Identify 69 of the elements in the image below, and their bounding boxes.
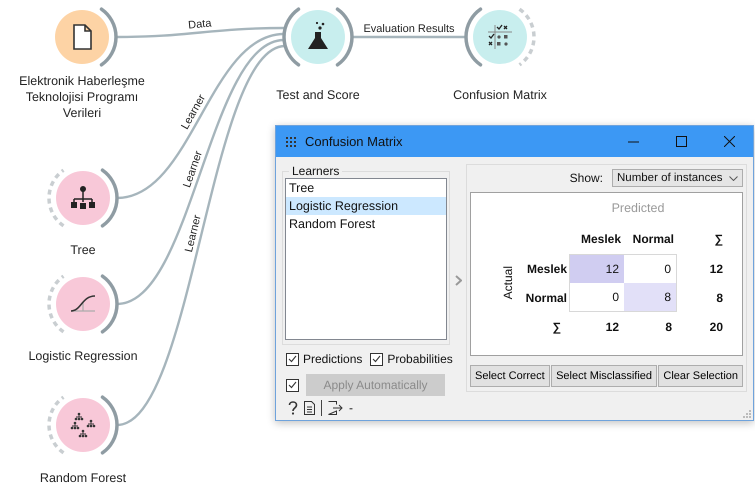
axis-title: Actual	[501, 266, 515, 300]
maximize-icon[interactable]	[676, 136, 686, 147]
table-cell[interactable]: 8	[624, 283, 677, 312]
show-label: Show:	[570, 171, 603, 185]
column-total: 20	[708, 320, 724, 334]
hierarchy-icon	[71, 186, 95, 209]
caret-icon	[729, 176, 738, 180]
input-port[interactable]	[282, 7, 300, 67]
checkbox-label: Predictions	[303, 352, 362, 366]
column-header: Normal	[632, 231, 675, 246]
table-cell[interactable]: 0	[569, 283, 624, 312]
action-button[interactable]: Clear Selection	[658, 365, 743, 387]
column-header: ∑	[713, 231, 724, 246]
show-dropdown[interactable]: Number of instances	[612, 169, 743, 187]
window-title: Confusion Matrix	[305, 134, 404, 149]
action-button[interactable]: Select Correct	[470, 365, 550, 387]
table-cell[interactable]: 0	[624, 254, 677, 283]
group-title: Learners	[291, 164, 340, 178]
flask-icon	[308, 22, 328, 49]
output-icon[interactable]	[328, 401, 343, 415]
close-icon[interactable]	[724, 136, 734, 147]
action-button[interactable]: Select Misclassified	[551, 365, 658, 387]
row-total: 8	[715, 290, 724, 304]
node-circle[interactable]	[56, 171, 110, 225]
row-total: 12	[708, 262, 724, 276]
link-label: Evaluation Results	[363, 23, 455, 35]
column-header: Meslek	[580, 231, 622, 246]
node-circle[interactable]	[291, 10, 345, 64]
list-item[interactable]: Logistic Regression	[286, 197, 446, 215]
node-label: Tree	[69, 242, 97, 258]
checkbox[interactable]	[286, 352, 299, 366]
row-header: Normal	[524, 290, 568, 304]
list-item[interactable]: Tree	[286, 179, 446, 197]
column-total: 12	[604, 320, 620, 334]
help-icon[interactable]	[288, 401, 298, 415]
checkbox[interactable]	[370, 352, 384, 366]
output-summary: -	[349, 401, 353, 415]
node-label: Elektronik Haberleşme Teknolojisi Programı Verileri	[18, 73, 146, 121]
row-header: Meslek	[526, 262, 568, 276]
output-port[interactable]	[100, 274, 119, 334]
link-label: Data	[188, 17, 212, 32]
input-port[interactable]	[47, 396, 65, 454]
axis-title: Predicted	[610, 201, 666, 215]
column-total: 8	[664, 320, 673, 334]
sigmoid-curve-icon	[70, 295, 96, 312]
app-icon	[285, 136, 297, 148]
node-label: Test and Score	[275, 87, 361, 103]
node-label: Confusion Matrix	[452, 87, 548, 103]
link-line[interactable]	[352, 36, 466, 38]
list-item[interactable]: Random Forest	[286, 215, 446, 233]
trees-icon	[70, 412, 96, 438]
resize-grip[interactable]	[743, 410, 751, 418]
link-label: Learner	[183, 214, 204, 254]
link-line[interactable]	[116, 26, 286, 38]
node-circle[interactable]	[56, 398, 110, 452]
chevron-icon[interactable]	[454, 274, 462, 286]
table-cell[interactable]: 12	[569, 254, 624, 283]
node-label: Logistic Regression	[27, 348, 139, 364]
total-label: ∑	[551, 320, 562, 334]
input-port[interactable]	[47, 168, 65, 228]
node-circle[interactable]	[56, 277, 110, 331]
checkbox-label: Probabilities	[387, 352, 453, 366]
document-icon	[73, 24, 92, 50]
node-label: Random Forest	[38, 470, 128, 486]
input-port[interactable]	[464, 7, 482, 67]
node-circle[interactable]	[473, 10, 527, 64]
input-port[interactable]	[47, 274, 65, 334]
matrix-icon	[488, 24, 512, 50]
document-icon[interactable]	[304, 401, 315, 415]
